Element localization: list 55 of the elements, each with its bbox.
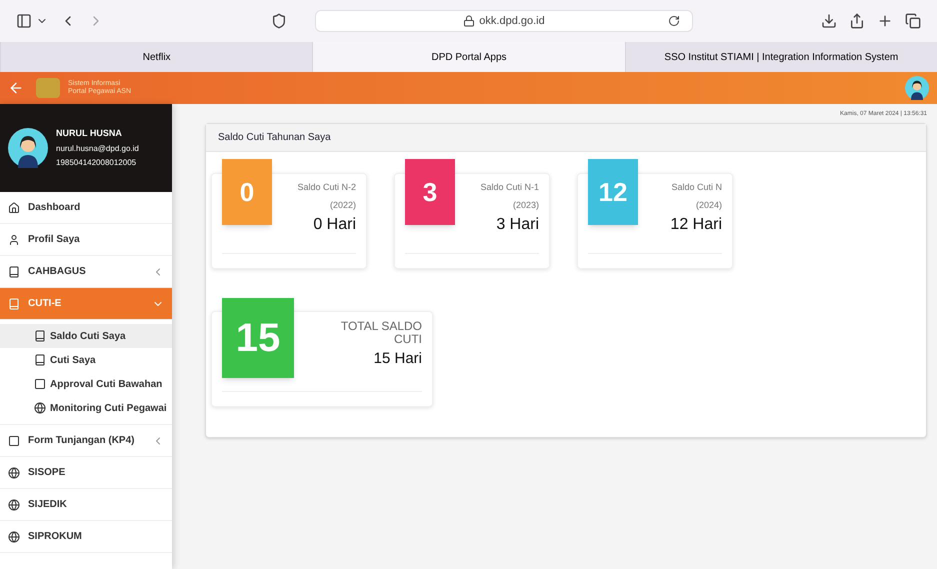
- stat-label: Saldo Cuti N-2: [297, 181, 356, 194]
- sidebar-item[interactable]: SIPROKUM: [0, 521, 172, 553]
- stat-value: 12 Hari: [670, 215, 722, 235]
- stat-year: (2024): [696, 198, 722, 212]
- total-label: TOTAL SALDO CUTI: [340, 320, 422, 346]
- sidebar-item[interactable]: SISOPE: [0, 457, 172, 489]
- shield-icon[interactable]: [271, 13, 287, 29]
- submenu-item[interactable]: Cuti Saya: [0, 348, 172, 372]
- address-bar[interactable]: okk.dpd.go.id: [315, 10, 693, 32]
- square-icon: [34, 378, 46, 390]
- avatar-icon: [905, 76, 929, 100]
- sidebar-item[interactable]: Profil Saya: [0, 224, 172, 256]
- sidebar-item[interactable]: Dashboard: [0, 192, 172, 224]
- user-icon: [8, 234, 20, 246]
- avatar-icon: [8, 128, 48, 168]
- book-icon: [8, 266, 20, 278]
- sidebar-toggle-icon[interactable]: [16, 13, 32, 29]
- stat-number: 0: [222, 159, 272, 225]
- tabs-overview-icon[interactable]: [905, 13, 921, 29]
- globe-icon: [8, 530, 20, 542]
- submenu-item[interactable]: Saldo Cuti Saya: [0, 324, 172, 348]
- stat-value: 0 Hari: [313, 215, 356, 235]
- square-icon: [8, 434, 20, 446]
- globe-icon: [34, 402, 46, 414]
- sidebar-item[interactable]: Form Tunjangan (KP4): [0, 425, 172, 457]
- stat-year: (2023): [512, 198, 539, 212]
- submenu-item[interactable]: Monitoring Cuti Pegawai: [0, 396, 172, 420]
- stat-number: 12: [588, 159, 638, 225]
- globe-icon: [8, 498, 20, 510]
- total-number: 15: [222, 298, 294, 378]
- profile-email: nurul.husna@dpd.go.id: [56, 142, 139, 155]
- stat-number: 3: [405, 159, 455, 225]
- profile-nip: 198504142008012005: [56, 156, 138, 169]
- stat-year: (2022): [330, 198, 356, 212]
- stat-label: Saldo Cuti N: [671, 181, 722, 194]
- submenu-item[interactable]: Approval Cuti Bawahan: [0, 372, 172, 396]
- share-icon[interactable]: [849, 13, 865, 29]
- panel-title: Saldo Cuti Tahunan Saya: [218, 131, 331, 145]
- book-icon: [34, 330, 46, 342]
- book-icon: [8, 298, 20, 310]
- profile-name: NURUL HUSNA: [56, 127, 123, 140]
- browser-tab[interactable]: Netflix: [0, 42, 312, 72]
- browser-tab[interactable]: SSO Institut STIAMI | Integration Information System: [624, 42, 937, 72]
- sidebar-item[interactable]: SIJEDIK: [0, 489, 172, 521]
- book-icon: [34, 354, 46, 366]
- total-value: 15 Hari: [374, 349, 422, 369]
- stat-label: Saldo Cuti N-1: [480, 181, 539, 194]
- download-icon[interactable]: [821, 13, 837, 29]
- globe-icon: [8, 466, 20, 478]
- browser-tab[interactable]: DPD Portal Apps: [312, 42, 625, 72]
- new-tab-icon[interactable]: [877, 13, 893, 29]
- lock-icon: [463, 15, 476, 27]
- stat-value: 3 Hari: [496, 215, 539, 235]
- home-icon: [8, 202, 20, 214]
- reload-icon[interactable]: [668, 15, 680, 27]
